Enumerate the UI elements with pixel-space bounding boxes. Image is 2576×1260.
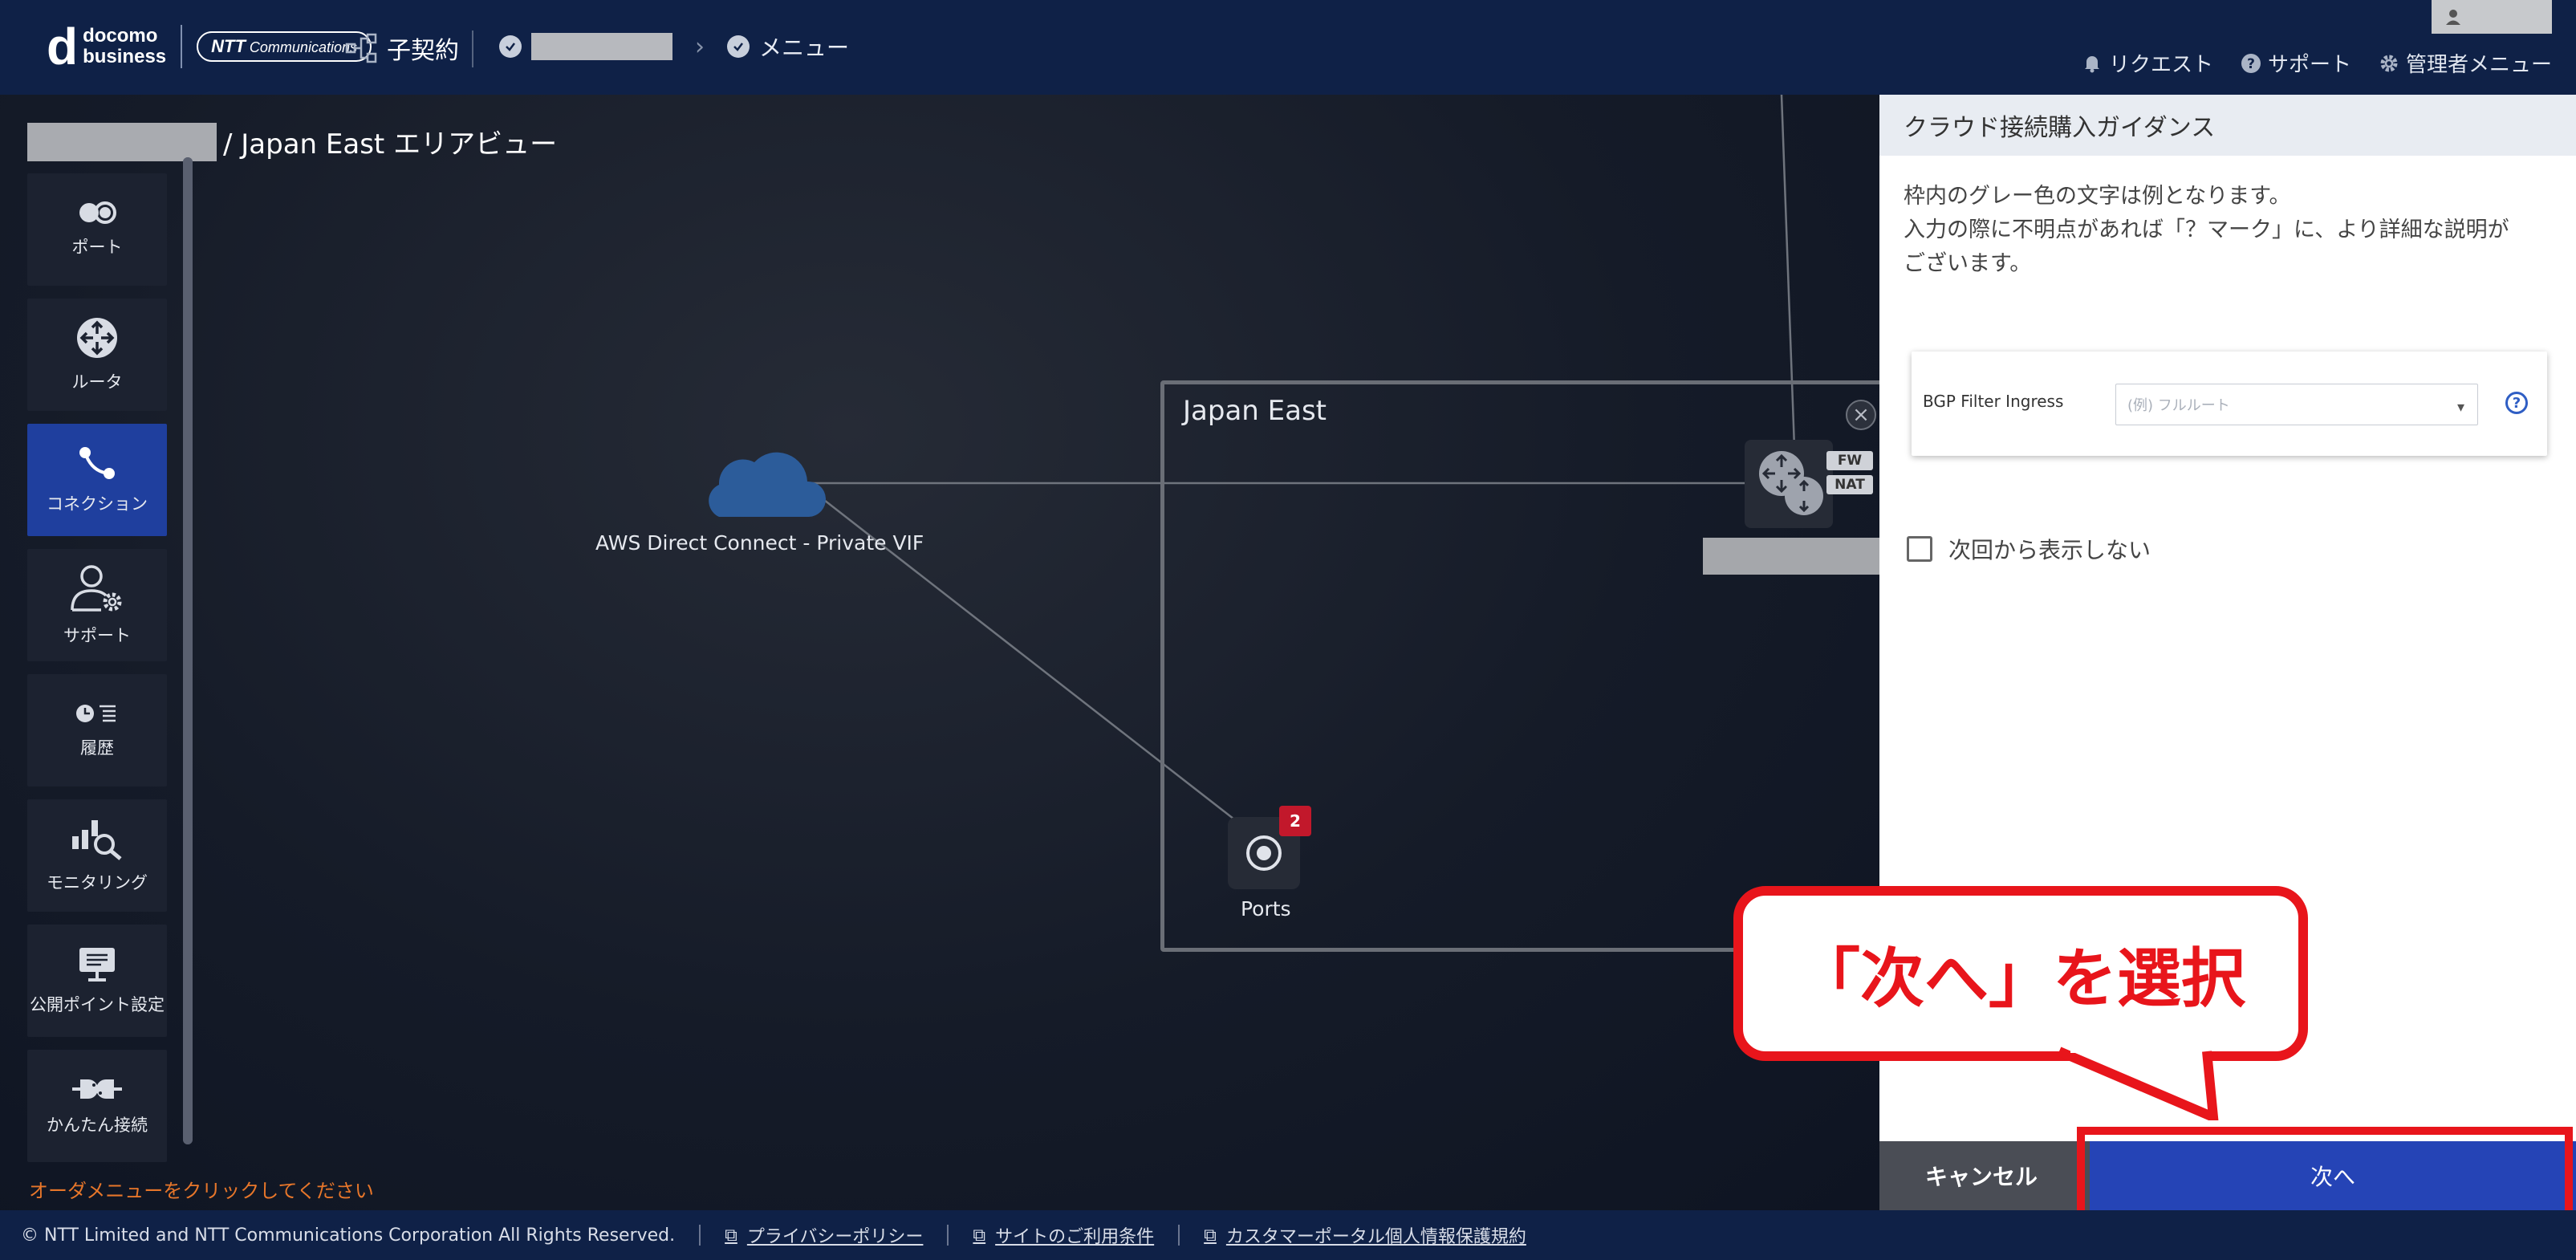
top-header: d docomo business NTT Communications 子契約… [0,0,2576,95]
footer-divider [699,1225,701,1246]
external-window-icon: ⧉ [1204,1225,1217,1246]
chevron-right-icon: › [695,32,705,61]
router-node[interactable]: FW NAT [1745,440,1873,544]
support-link[interactable]: ? サポート [2241,48,2351,78]
select-placeholder: (例) フルルート [2127,397,2230,414]
fw-tag: FW [1826,451,1873,470]
footer-divider [1178,1225,1180,1246]
ports-count-badge: 2 [1279,806,1311,836]
caret-down-icon: ▾ [2456,399,2464,416]
ntt-logo-prefix: NTT [211,36,246,56]
footer-divider [947,1225,949,1246]
description-line-1: 枠内のグレー色の文字は例となります。 [1904,184,2291,209]
logo-line-1: docomo [83,25,158,47]
logo-d-mark: d [47,18,79,75]
callout-pointer [2057,1040,2219,1120]
ntt-logo-suffix: Communications [249,39,357,55]
redacted-contract-name[interactable] [531,33,672,60]
user-icon [2446,10,2460,25]
area-map-view: / Japan East エリアビュー ポート ルータ コネクション サポート … [0,95,1899,1210]
external-window-icon: ⧉ [725,1225,737,1246]
gear-icon [2380,55,2398,71]
next-button-highlight [2077,1127,2573,1221]
request-label: リクエスト [2108,53,2213,77]
dont-show-again-label: 次回から表示しない [1948,537,2151,563]
sub-contract-label: 子契約 [387,37,459,65]
terms-of-use-link[interactable]: ⧉ サイトのご利用条件 [973,1222,1154,1248]
breadcrumb-menu[interactable]: メニュー [759,30,849,63]
bgp-filter-ingress-select[interactable]: (例) フルルート ▾ [2115,384,2478,425]
admin-menu-link[interactable]: 管理者メニュー [2379,48,2552,78]
privacy-policy-link[interactable]: ⧉ プライバシーポリシー [725,1222,923,1248]
customer-privacy-link[interactable]: ⧉ カスタマーポータル個人情報保護規約 [1204,1222,1526,1248]
ports-label: Ports [1241,897,1291,921]
admin-menu-label: 管理者メニュー [2405,53,2552,77]
instruction-callout: 「次へ」を選択 [1733,886,2308,1061]
help-question-icon[interactable]: ? [2505,392,2528,414]
dont-show-again-checkbox[interactable] [1907,536,1932,562]
logo-line-2: business [83,46,167,67]
user-account-button[interactable] [2432,0,2552,34]
privacy-policy-label: プライバシーポリシー [746,1227,924,1247]
panel-description: 枠内のグレー色の文字は例となります。 入力の際に不明点があれば「？マーク」に、よ… [1879,156,2576,281]
description-line-3: ございます。 [1904,251,2032,276]
copyright-text: © NTT Limited and NTT Communications Cor… [21,1225,676,1246]
hierarchy-icon [345,33,377,63]
terms-of-use-label: サイトのご利用条件 [995,1227,1155,1247]
header-divider [472,30,473,67]
panel-title: クラウド接続購入ガイダンス [1879,95,2576,156]
sub-contract-link[interactable]: 子契約 [345,30,459,66]
callout-text: 「次へ」を選択 [1796,941,2245,1016]
svg-text:?: ? [2247,56,2255,72]
cancel-button[interactable]: キャンセル [1879,1141,2083,1210]
support-label: サポート [2267,53,2351,77]
breadcrumb: › メニュー [499,30,849,63]
port-target-icon [1246,835,1282,871]
question-circle-icon: ? [2241,53,2261,73]
bgp-filter-card: BGP Filter Ingress (例) フルルート ▾ ? [1912,352,2547,456]
external-window-icon: ⧉ [973,1225,986,1246]
request-link[interactable]: リクエスト [2082,48,2213,78]
check-circle-icon [727,35,750,58]
dont-show-again-row[interactable]: 次回から表示しない [1907,533,2151,565]
router-icon [1745,440,1833,528]
description-line-2: 入力の際に不明点があれば「？マーク」に、より詳細な説明が [1904,217,2509,242]
region-close-icon[interactable]: × [1846,400,1876,430]
redacted-router-name [1703,538,1879,575]
docomo-business-logo[interactable]: d docomo business NTT Communications [47,21,372,72]
header-nav: リクエスト ? サポート 管理者メニュー [2054,48,2552,78]
aws-cloud-icon[interactable] [701,443,827,523]
nat-tag: NAT [1826,475,1873,494]
page-footer: © NTT Limited and NTT Communications Cor… [0,1210,2576,1260]
check-circle-icon [499,35,522,58]
aws-direct-connect-label: AWS Direct Connect - Private VIF [595,531,924,555]
logo-divider [181,25,183,68]
region-title: Japan East [1183,395,1327,427]
customer-privacy-label: カスタマーポータル個人情報保護規約 [1225,1227,1526,1247]
bgp-filter-ingress-label: BGP Filter Ingress [1923,392,2064,411]
bell-icon [2084,55,2099,72]
